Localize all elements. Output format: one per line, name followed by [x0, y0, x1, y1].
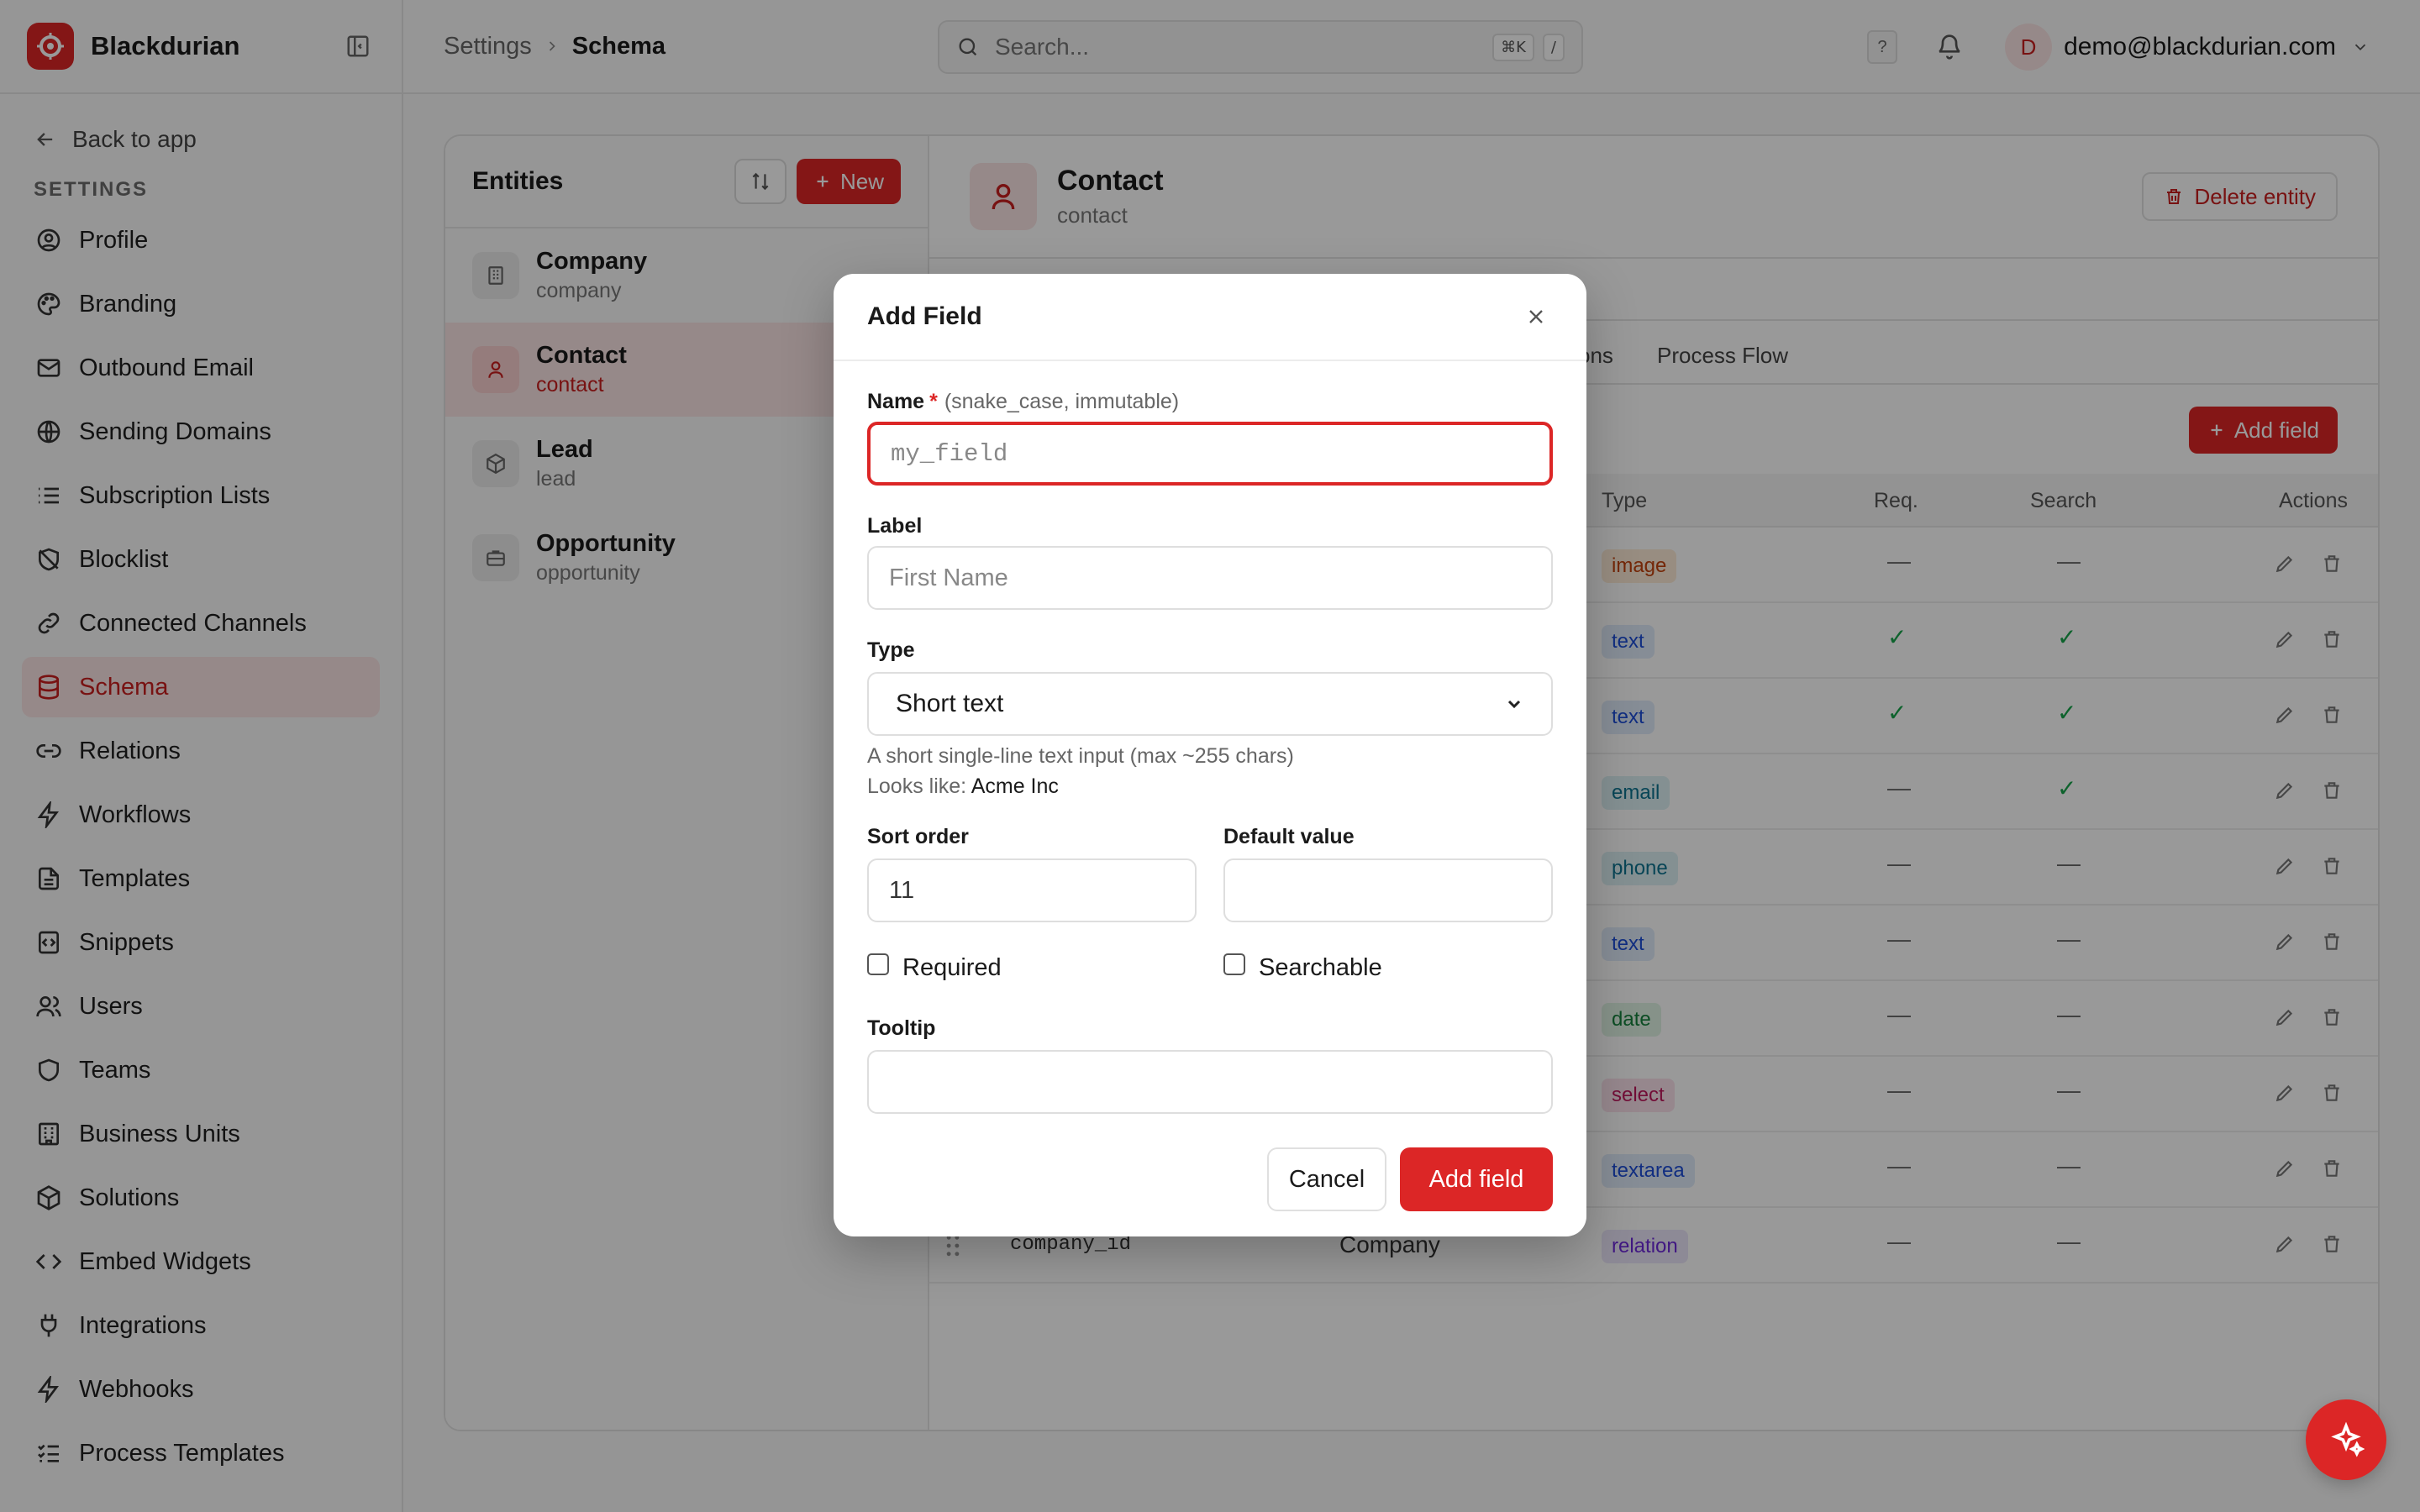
tooltip-label: Tooltip: [867, 1016, 936, 1040]
type-label: Type: [867, 638, 915, 662]
type-help: A short single-line text input (max ~255…: [867, 744, 1294, 798]
default-value-label: Default value: [1223, 825, 1355, 848]
searchable-checkbox-row[interactable]: Searchable: [1223, 953, 1382, 982]
name-label: Name * (snake_case, immutable): [867, 390, 1180, 413]
name-input[interactable]: [867, 422, 1553, 486]
add-field-dialog: Add Field Name*(snake_case, immutable) L…: [834, 274, 1586, 1236]
chevron-down-icon: [1507, 700, 1521, 709]
ai-assistant-button[interactable]: [2306, 1399, 2386, 1480]
sparkles-icon: [2331, 1421, 2365, 1457]
dialog-title: Add Field: [867, 302, 982, 330]
cancel-button[interactable]: Cancel: [1267, 1147, 1386, 1211]
required-checkbox-row[interactable]: Required: [867, 953, 1002, 982]
dialog-header: Add Field: [834, 274, 1586, 361]
required-star: *: [929, 390, 938, 413]
label-label: Label: [867, 514, 923, 538]
name-hint: (snake_case, immutable): [944, 390, 1180, 413]
tooltip-input[interactable]: [867, 1050, 1553, 1114]
type-select[interactable]: Short text: [867, 672, 1553, 736]
add-field-submit-button[interactable]: Add field: [1400, 1147, 1553, 1211]
label-input[interactable]: [867, 546, 1553, 610]
required-checkbox[interactable]: [867, 953, 889, 975]
default-value-input[interactable]: [1223, 858, 1553, 922]
searchable-checkbox[interactable]: [1223, 953, 1245, 975]
sort-order-input[interactable]: [867, 858, 1197, 922]
looks-like-example: Acme Inc: [971, 774, 1059, 798]
sort-order-label: Sort order: [867, 825, 969, 848]
close-icon[interactable]: [1519, 300, 1553, 333]
